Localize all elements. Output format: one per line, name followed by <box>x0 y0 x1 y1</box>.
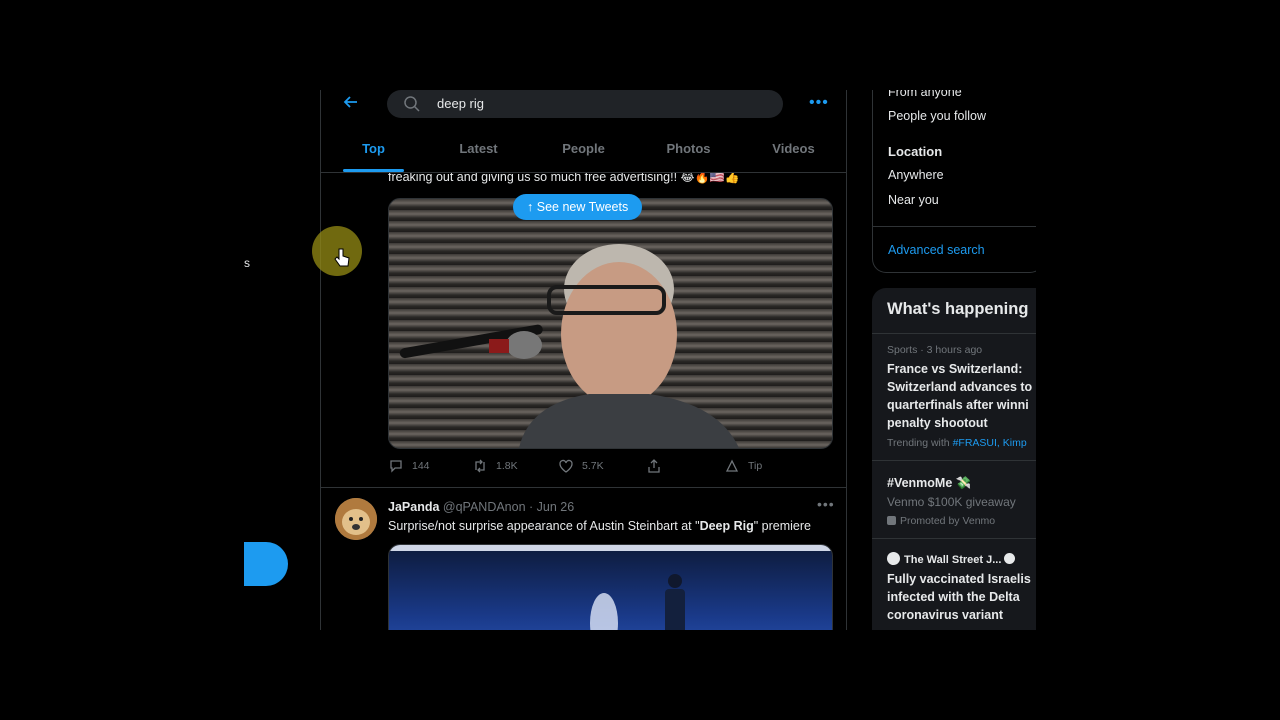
tweet-date[interactable]: · Jun 26 <box>529 500 574 514</box>
promoted-icon <box>887 516 896 525</box>
search-query-text[interactable]: deep rig <box>437 96 484 111</box>
tweet-compose-button[interactable] <box>244 542 288 586</box>
author-handle[interactable]: @qPANDAnon <box>443 500 526 514</box>
retweet-icon <box>475 459 485 473</box>
filter-anywhere[interactable]: Anywhere <box>888 168 944 182</box>
search-input[interactable]: deep rig <box>387 90 783 118</box>
tweet-video-thumbnail[interactable] <box>388 198 833 449</box>
avatar[interactable] <box>335 498 377 540</box>
back-arrow-icon[interactable] <box>337 92 365 116</box>
tab-latest[interactable]: Latest <box>426 132 531 172</box>
filter-people-you-follow[interactable]: People you follow <box>888 109 986 123</box>
tweet-feed: freaking out and giving us so much free … <box>321 172 846 630</box>
promoted-trend-subtitle: Venmo $100K giveaway <box>887 495 1016 509</box>
tweet-actions: 144 1.8K 5.7K Tip <box>388 458 831 478</box>
more-options-icon[interactable]: ••• <box>809 92 831 116</box>
news-source: The Wall Street J... <box>887 552 1016 566</box>
like-button[interactable]: 5.7K <box>558 458 604 474</box>
wsj-logo-icon <box>887 552 900 565</box>
whats-happening-panel: What's happening Sports · 3 hours ago Fr… <box>872 288 1036 630</box>
twitter-window: s deep rig ••• Top Latest People Photos … <box>244 90 1036 630</box>
search-filters: From anyone People you follow Location A… <box>872 90 1036 273</box>
search-icon <box>404 96 420 112</box>
see-new-tweets-button[interactable]: ↑ See new Tweets <box>513 194 643 220</box>
filter-divider <box>873 226 1036 227</box>
tweet-text: Surprise/not surprise appearance of Aust… <box>388 519 811 533</box>
retweet-button[interactable]: 1.8K <box>472 458 518 474</box>
promoted-by: Promoted by Venmo <box>887 515 995 527</box>
author-name[interactable]: JaPanda <box>388 500 439 514</box>
tweet-more-icon[interactable]: ••• <box>817 496 835 512</box>
filter-near-you[interactable]: Near you <box>888 193 939 207</box>
trend-divider <box>872 333 1036 334</box>
right-sidebar: From anyone People you follow Location A… <box>872 90 1036 630</box>
advanced-search-link[interactable]: Advanced search <box>888 243 985 257</box>
tip-icon <box>725 459 739 472</box>
share-button[interactable] <box>646 458 662 474</box>
location-heading: Location <box>888 144 943 159</box>
share-icon <box>648 459 660 473</box>
verified-icon <box>1004 553 1016 564</box>
news-item[interactable]: Fully vaccinated Israelis infected with … <box>887 570 1031 624</box>
search-tabs: Top Latest People Photos Videos <box>321 132 846 172</box>
tweet-divider <box>321 487 846 488</box>
tweet-text: freaking out and giving us so much free … <box>388 172 740 184</box>
tab-top[interactable]: Top <box>321 132 426 172</box>
nav-label-fragment[interactable]: s <box>244 256 250 270</box>
panel-title: What's happening <box>887 300 1029 318</box>
tweet-header: JaPanda @qPANDAnon · Jun 26 <box>388 500 574 514</box>
search-header: deep rig ••• Top Latest People Photos Vi… <box>321 90 846 173</box>
search-results-column: deep rig ••• Top Latest People Photos Vi… <box>320 90 847 630</box>
trend-meta: Sports · 3 hours ago <box>887 344 983 356</box>
tab-photos[interactable]: Photos <box>636 132 741 172</box>
hand-cursor-icon <box>334 248 350 267</box>
heart-icon <box>559 459 573 473</box>
arrow-up-icon: ↑ <box>527 200 537 214</box>
tip-button[interactable]: Tip <box>724 458 762 474</box>
filter-from-anyone[interactable]: From anyone <box>888 90 962 99</box>
tweet-emojis: 😂🔥🇺🇸👍 <box>680 172 740 184</box>
tab-people[interactable]: People <box>531 132 636 172</box>
reply-icon <box>390 460 402 473</box>
tab-videos[interactable]: Videos <box>741 132 846 172</box>
trend-divider <box>872 460 1036 461</box>
trend-item[interactable]: France vs Switzerland: Switzerland advan… <box>887 360 1032 432</box>
reply-button[interactable]: 144 <box>388 458 430 474</box>
trend-divider <box>872 538 1036 539</box>
tweet-video-thumbnail[interactable] <box>388 544 833 630</box>
promoted-trend-title[interactable]: #VenmoMe 💸 <box>887 474 971 492</box>
trending-with: Trending with #FRASUI, Kimp <box>887 437 1027 449</box>
